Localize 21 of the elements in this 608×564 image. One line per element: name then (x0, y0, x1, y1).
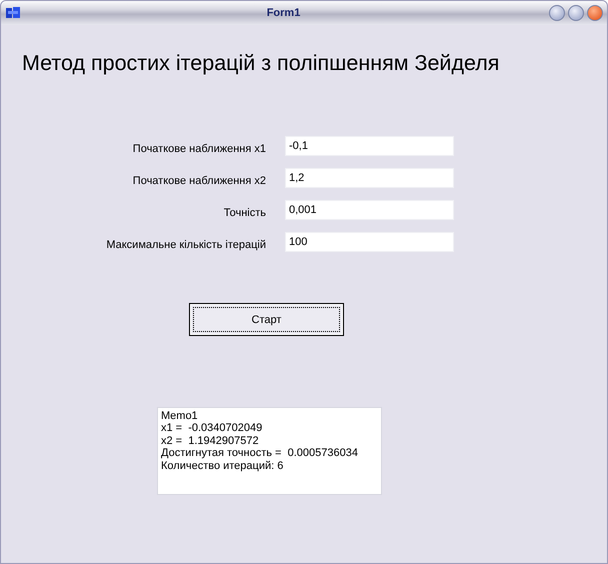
memo-line: Memo1 (161, 410, 199, 422)
minimize-button[interactable] (549, 5, 565, 21)
field-label: Точність (222, 206, 266, 219)
field-label: Початкове наближення x2 (132, 174, 266, 187)
output-memo[interactable]: Memo1 x1 = -0.0340702049 x2 = 1.1942907572 Достигнутая точность = 0.0005736034 Количество итераций: 6 (157, 407, 382, 495)
maximize-button[interactable] (568, 5, 584, 21)
field-label: Максимальне кількість ітерацій (105, 238, 266, 251)
input-field[interactable]: 0,001 (285, 200, 454, 220)
input-field[interactable]: 1,2 (285, 168, 454, 188)
memo-line: x2 = 1.1942907572 (161, 434, 260, 448)
memo-line: x1 = -0.0340702049 (161, 422, 264, 435)
memo-line: Количество итераций: 6 (161, 460, 284, 472)
start-button[interactable]: Старт (189, 303, 344, 336)
window-title: Form1 (266, 7, 302, 19)
input-field[interactable]: 100 (285, 232, 454, 252)
field-label: Початкове наближення x1 (132, 142, 266, 155)
memo-line: Достигнутая точность = 0.0005736034 (161, 447, 359, 460)
app-icon (5, 6, 21, 20)
input-field[interactable]: -0,1 (285, 136, 454, 156)
close-button[interactable] (587, 5, 603, 21)
form-heading: Метод простих ітерацій з поліпшенням Зейделя (22, 51, 500, 76)
